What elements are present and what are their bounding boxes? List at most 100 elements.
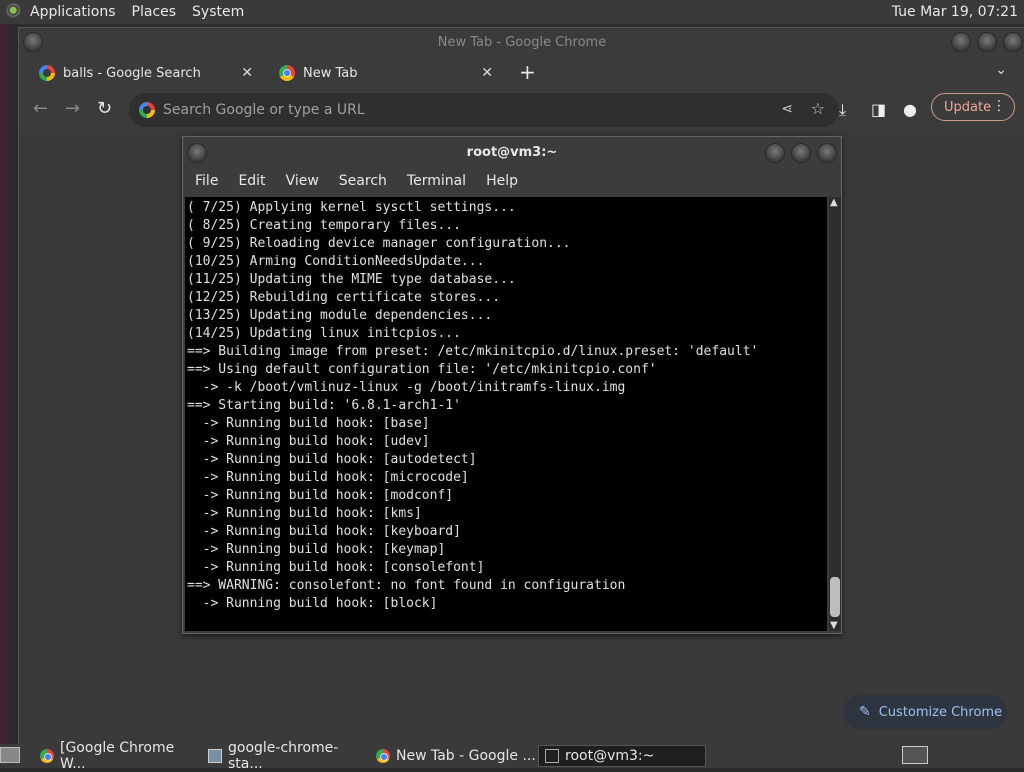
terminal-line: -> Running build hook: [base] [187, 416, 430, 431]
menu-help[interactable]: Help [486, 173, 518, 189]
chrome-titlebar[interactable]: New Tab - Google Chrome [19, 28, 1024, 56]
terminal-line: -> Running build hook: [keymap] [187, 542, 446, 557]
taskbar-item-chrome-window[interactable]: [Google Chrome W... [34, 740, 200, 772]
terminal-menubar: File Edit View Search Terminal Help [183, 167, 841, 195]
terminal-line: ==> WARNING: consolefont: no font found … [187, 578, 626, 593]
taskbar-item-terminal[interactable]: root@vm3:~ [538, 745, 706, 767]
omnibox-placeholder[interactable]: Search Google or type a URL [163, 102, 365, 118]
terminal-line: -> Running build hook: [kms] [187, 506, 422, 521]
terminal-line: (12/25) Rebuilding certificate stores... [187, 290, 501, 305]
google-icon [39, 65, 55, 81]
workspace-switcher[interactable] [902, 746, 928, 764]
customize-chrome-button[interactable]: ✎ Customize Chrome [843, 695, 1007, 729]
tab-label: balls - Google Search [63, 65, 201, 81]
close-window-icon[interactable] [817, 143, 837, 163]
taskbar-label: google-chrome-sta... [228, 740, 339, 772]
terminal-line: ==> Starting build: '6.8.1-arch1-1' [187, 398, 461, 413]
taskbar-item-new-tab[interactable]: New Tab - Google ... [370, 745, 536, 767]
pencil-icon: ✎ [859, 704, 871, 720]
update-label: Update [944, 99, 992, 115]
close-tab-icon[interactable]: ✕ [241, 65, 253, 81]
maximize-icon[interactable] [977, 32, 997, 52]
reload-icon[interactable]: ↻ [97, 98, 112, 119]
terminal-titlebar[interactable]: root@vm3:~ [183, 137, 841, 167]
terminal-line: (13/25) Updating module dependencies... [187, 308, 493, 323]
places-menu[interactable]: Places [132, 4, 177, 20]
menu-file[interactable]: File [195, 173, 218, 189]
package-icon [208, 749, 222, 763]
menu-edit[interactable]: Edit [238, 173, 265, 189]
google-icon [139, 102, 155, 118]
terminal-text: ( 7/25) Applying kernel sysctl settings.… [185, 197, 827, 613]
terminal-window: root@vm3:~ File Edit View Search Termina… [182, 136, 842, 634]
chrome-icon [279, 65, 295, 81]
terminal-line: -> -k /boot/vmlinuz-linux -g /boot/initr… [187, 380, 626, 395]
taskbar-label: root@vm3:~ [565, 748, 655, 764]
window-menu-icon[interactable] [23, 32, 43, 52]
terminal-line: ( 7/25) Applying kernel sysctl settings.… [187, 200, 516, 215]
terminal-line: (14/25) Updating linux initcpios... [187, 326, 461, 341]
terminal-line: -> Running build hook: [consolefont] [187, 560, 485, 575]
tab-new-tab[interactable]: New Tab ✕ [267, 58, 505, 88]
scroll-up-icon[interactable]: ▲ [830, 197, 838, 208]
terminal-line: ==> Building image from preset: /etc/mki… [187, 344, 759, 359]
chrome-toolbar: ← → ↻ Search Google or type a URL ⋖ ☆ ⤓ … [19, 90, 1024, 130]
side-panel-icon[interactable]: ◨ [871, 100, 886, 119]
back-icon[interactable]: ← [33, 98, 48, 119]
chrome-icon [376, 749, 390, 763]
terminal-line: ==> Using default configuration file: '/… [187, 362, 657, 377]
minimize-icon[interactable] [951, 32, 971, 52]
window-title: New Tab - Google Chrome [437, 34, 607, 50]
menu-terminal[interactable]: Terminal [407, 173, 466, 189]
terminal-line: -> Running build hook: [autodetect] [187, 452, 477, 467]
tab-balls-google-search[interactable]: balls - Google Search ✕ [27, 58, 265, 88]
bookmark-star-icon[interactable]: ☆ [811, 99, 825, 118]
chrome-icon [40, 749, 54, 763]
close-window-icon[interactable] [1003, 32, 1023, 52]
menu-search[interactable]: Search [339, 173, 387, 189]
scroll-down-icon[interactable]: ▼ [830, 620, 838, 631]
tab-search-icon[interactable]: ⌄ [995, 62, 1007, 78]
terminal-line: -> Running build hook: [modconf] [187, 488, 454, 503]
terminal-line: ( 9/25) Reloading device manager configu… [187, 236, 571, 251]
customize-label: Customize Chrome [878, 704, 1003, 720]
terminal-icon [545, 749, 559, 763]
terminal-scrollbar[interactable]: ▲ ▼ [829, 197, 841, 631]
terminal-line: (11/25) Updating the MIME type database.… [187, 272, 516, 287]
share-icon[interactable]: ⋖ [781, 101, 793, 117]
taskbar-label: New Tab - Google ... [396, 748, 536, 764]
minimize-icon[interactable] [765, 143, 785, 163]
terminal-line: -> Running build hook: [udev] [187, 434, 430, 449]
menu-view[interactable]: View [286, 173, 319, 189]
taskbar-item-installer[interactable]: google-chrome-sta... [202, 740, 368, 772]
new-tab-button[interactable]: + [519, 60, 536, 84]
terminal-line: -> Running build hook: [keyboard] [187, 524, 461, 539]
more-menu-icon[interactable]: ⋮ [992, 98, 1006, 114]
tab-strip: balls - Google Search ✕ New Tab ✕ + ⌄ [19, 56, 1024, 90]
terminal-line: -> Running build hook: [microcode] [187, 470, 469, 485]
terminal-line: -> Running build hook: [block] [187, 596, 438, 611]
top-panel: Applications Places System Tue Mar 19, 0… [0, 0, 1024, 24]
show-desktop-icon[interactable] [0, 747, 20, 763]
clock[interactable]: Tue Mar 19, 07:21 [892, 4, 1018, 20]
distro-logo-icon[interactable] [6, 3, 24, 21]
forward-icon[interactable]: → [65, 98, 80, 119]
terminal-output[interactable]: ( 7/25) Applying kernel sysctl settings.… [185, 197, 827, 631]
maximize-icon[interactable] [791, 143, 811, 163]
download-icon[interactable]: ⤓ [839, 100, 846, 120]
terminal-title: root@vm3:~ [466, 144, 558, 160]
tab-label: New Tab [303, 65, 358, 81]
system-menu[interactable]: System [192, 4, 244, 20]
scroll-thumb[interactable] [830, 577, 840, 617]
close-tab-icon[interactable]: ✕ [481, 65, 493, 81]
terminal-line: (10/25) Arming ConditionNeedsUpdate... [187, 254, 485, 269]
terminal-line: ( 8/25) Creating temporary files... [187, 218, 461, 233]
update-button[interactable]: Update ⋮ [931, 93, 1015, 121]
profile-icon[interactable]: ● [903, 100, 917, 119]
bottom-taskbar: [Google Chrome W... google-chrome-sta...… [0, 740, 1024, 772]
desktop-edge [0, 24, 10, 744]
window-menu-icon[interactable] [187, 143, 207, 163]
taskbar-label: [Google Chrome W... [60, 740, 175, 772]
omnibox[interactable]: Search Google or type a URL ⋖ ☆ [129, 93, 839, 127]
applications-menu[interactable]: Applications [30, 4, 116, 20]
